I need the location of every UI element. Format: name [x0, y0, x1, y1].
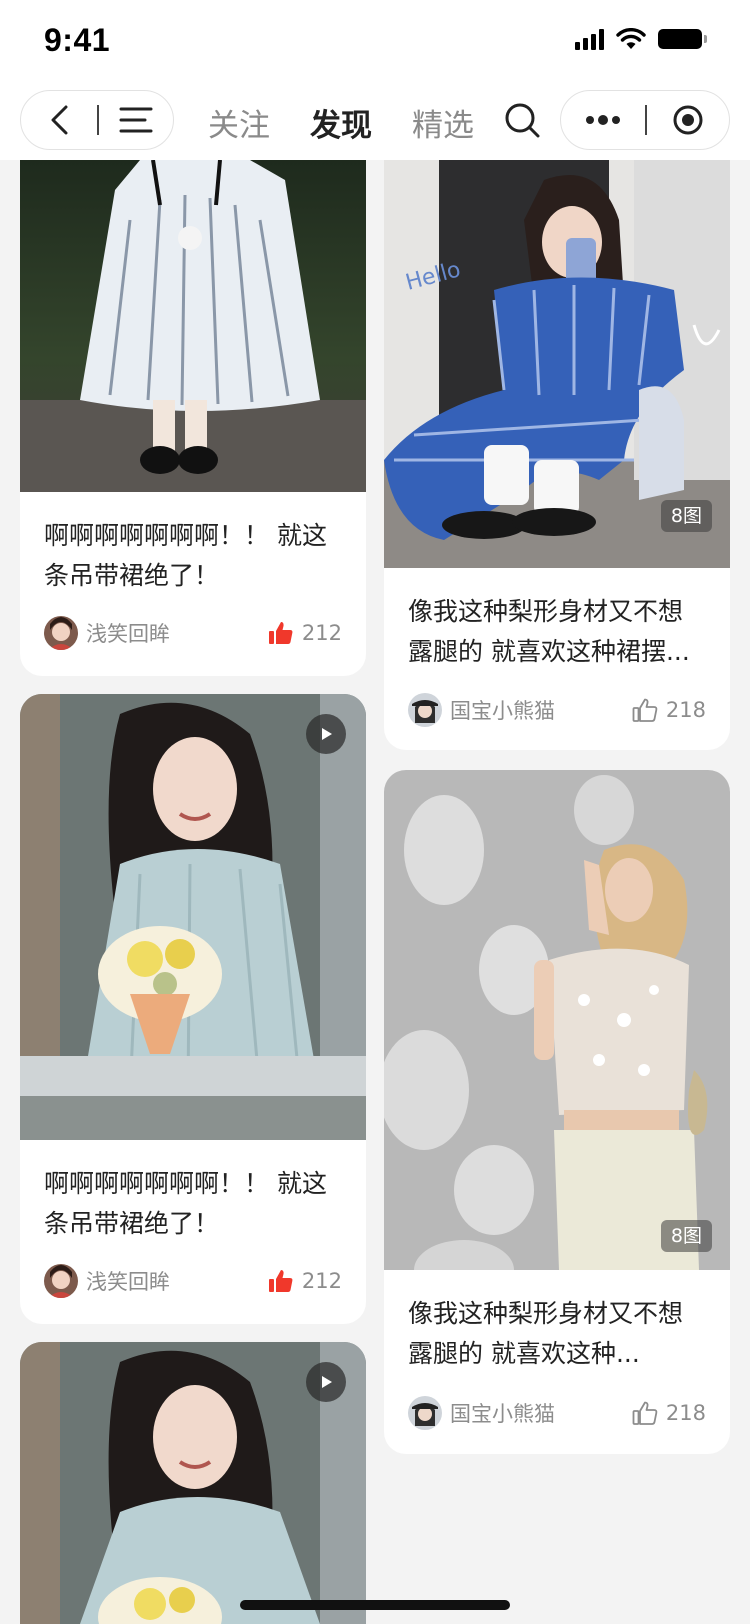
like-count: 218	[665, 1401, 706, 1425]
search-icon	[505, 103, 540, 138]
back-menu-capsule	[20, 90, 174, 150]
more-dots-icon	[586, 115, 620, 125]
post-meta: 浅笑回眸 212	[44, 1264, 342, 1298]
menu-button[interactable]	[99, 92, 173, 148]
tab-discover[interactable]: 发现	[310, 100, 372, 145]
thumbs-up-filled-icon	[268, 622, 293, 644]
status-bar: 9:41	[0, 0, 750, 80]
search-button[interactable]	[504, 102, 542, 140]
miniprogram-capsule	[560, 90, 730, 150]
like-count: 212	[301, 621, 342, 645]
post-meta: 浅笑回眸 212	[44, 616, 342, 650]
post-title: 像我这种梨形身材又不想露腿的 就喜欢这种...	[408, 1299, 684, 1368]
avatar[interactable]	[44, 1264, 78, 1298]
play-icon	[322, 728, 332, 740]
battery-icon	[658, 29, 707, 49]
post-video-cover	[20, 694, 366, 1140]
close-miniprogram-button[interactable]	[647, 92, 729, 148]
author-name[interactable]: 浅笑回眸	[86, 618, 268, 648]
more-button[interactable]	[561, 92, 645, 148]
status-icons	[575, 28, 707, 50]
avatar[interactable]	[44, 616, 78, 650]
image-count-badge: 8图	[660, 1220, 712, 1252]
avatar[interactable]	[408, 693, 442, 727]
thumbs-up-filled-icon	[268, 1270, 293, 1292]
thumbs-up-outline-icon	[632, 698, 658, 722]
author-name[interactable]: 国宝小熊猫	[450, 1398, 632, 1428]
like-count: 218	[665, 698, 706, 722]
cellular-signal-icon	[575, 28, 604, 50]
tab-follow[interactable]: 关注	[208, 100, 270, 145]
feed-card[interactable]: 啊啊啊啊啊啊啊！！ 就这条吊带裙绝了！ 浅笑回眸 212	[20, 694, 366, 1324]
record-circle-icon	[673, 105, 702, 135]
like-button[interactable]	[268, 620, 294, 646]
like-count: 212	[301, 1269, 342, 1293]
feed-card[interactable]: 8图 像我这种梨形身材又不想露腿的 就喜欢这种... 国宝小熊猫 218	[384, 770, 730, 1454]
image-count-badge: 8图	[660, 500, 712, 532]
feed-card[interactable]	[20, 1342, 366, 1624]
back-button[interactable]	[21, 92, 97, 148]
post-title: 啊啊啊啊啊啊啊！！ 就这条吊带裙绝了！	[44, 1169, 327, 1238]
tab-featured[interactable]: 精选	[412, 100, 474, 145]
like-button[interactable]	[632, 697, 658, 723]
like-button[interactable]	[268, 1268, 294, 1294]
post-title: 像我这种梨形身材又不想露腿的 就喜欢这种裙摆...	[408, 597, 690, 666]
post-title: 啊啊啊啊啊啊啊！！ 就这条吊带裙绝了！	[44, 521, 327, 590]
play-icon	[322, 1376, 332, 1388]
play-button[interactable]	[306, 714, 346, 754]
feed-card[interactable]: Hello 8图 像我这种梨形身材又不想露腿的 就喜欢这种裙摆... 国宝小熊猫…	[384, 160, 730, 750]
post-meta: 国宝小熊猫 218	[408, 693, 706, 727]
avatar[interactable]	[408, 1396, 442, 1430]
nav-bar: 关注 发现 精选	[0, 80, 750, 160]
thumbs-up-outline-icon	[632, 1401, 658, 1425]
chevron-left-icon	[51, 105, 68, 135]
play-button[interactable]	[306, 1362, 346, 1402]
status-time: 9:41	[44, 22, 111, 58]
menu-icon	[119, 107, 152, 133]
post-photo	[384, 770, 730, 1270]
post-meta: 国宝小熊猫 218	[408, 1396, 706, 1430]
feed-card[interactable]: 啊啊啊啊啊啊啊！！ 就这条吊带裙绝了！ 浅笑回眸 212	[20, 160, 366, 676]
author-name[interactable]: 浅笑回眸	[86, 1266, 268, 1296]
wifi-icon	[616, 28, 646, 49]
home-indicator[interactable]	[240, 1600, 510, 1610]
post-photo	[20, 160, 366, 492]
like-button[interactable]	[632, 1400, 658, 1426]
author-name[interactable]: 国宝小熊猫	[450, 695, 632, 725]
